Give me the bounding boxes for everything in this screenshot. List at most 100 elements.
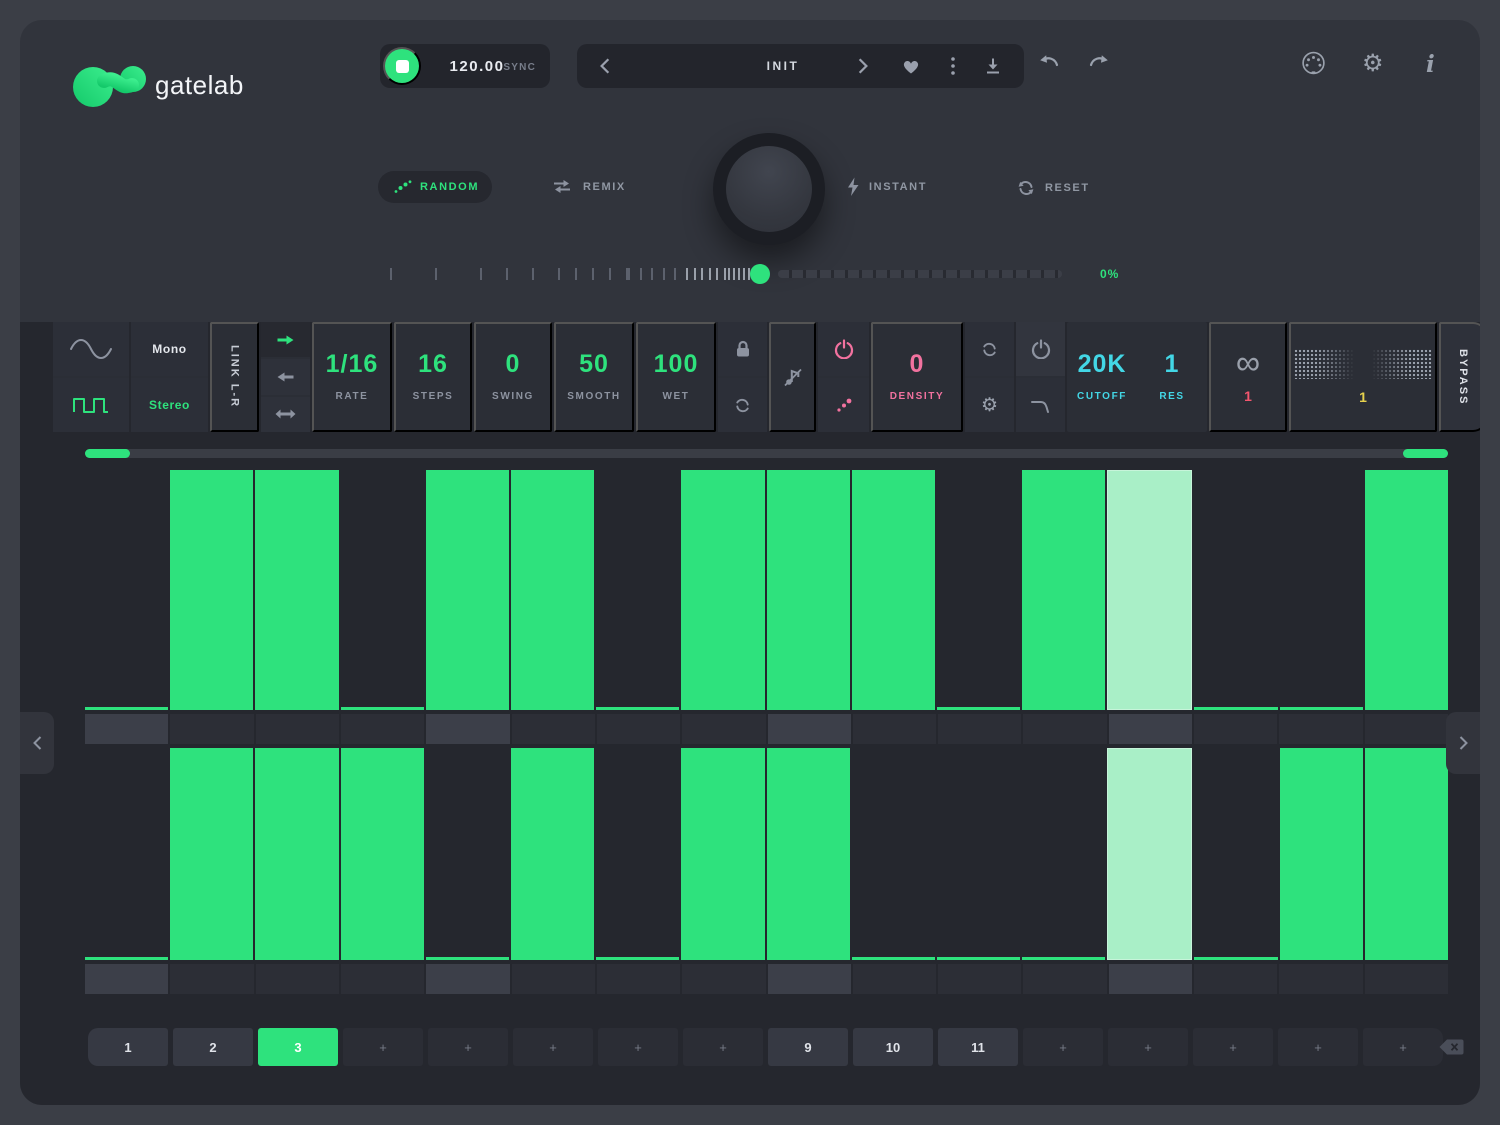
delete-pattern-button[interactable]	[1438, 1038, 1465, 1059]
save-preset-button[interactable]	[973, 44, 1013, 88]
step-15-off[interactable]	[1280, 470, 1363, 710]
strip-cell-16[interactable]	[1365, 964, 1448, 994]
cycle-button[interactable]	[718, 378, 767, 432]
step-9-on[interactable]	[767, 470, 850, 710]
step-8-on[interactable]	[681, 748, 764, 960]
step-15-on[interactable]	[1280, 748, 1363, 960]
pattern-slot-3[interactable]: 3	[258, 1028, 338, 1066]
strip-cell-13[interactable]	[1109, 964, 1192, 994]
pattern-slot-13[interactable]: +	[1108, 1028, 1188, 1066]
smooth-control[interactable]: 50 SMOOTH	[554, 322, 634, 432]
pattern-slot-14[interactable]: +	[1193, 1028, 1273, 1066]
strip-cell-8[interactable]	[682, 964, 765, 994]
preset-prev-button[interactable]	[585, 44, 625, 88]
strip-cell-7[interactable]	[597, 964, 680, 994]
range-end-handle[interactable]	[1403, 449, 1448, 458]
pattern-slot-16[interactable]: +	[1363, 1028, 1443, 1066]
step-13-current[interactable]	[1107, 748, 1192, 960]
pattern-slot-7[interactable]: +	[598, 1028, 678, 1066]
strip-cell-4[interactable]	[341, 714, 424, 744]
step-2-on[interactable]	[170, 748, 253, 960]
step-4-on[interactable]	[341, 748, 424, 960]
step-6-on[interactable]	[511, 470, 594, 710]
direction-forward-button[interactable]	[261, 322, 310, 357]
rate-control[interactable]: 1/16 RATE	[312, 322, 392, 432]
pattern-slot-4[interactable]: +	[343, 1028, 423, 1066]
step-16-on[interactable]	[1365, 470, 1448, 710]
pattern-slot-5[interactable]: +	[428, 1028, 508, 1066]
strip-cell-2[interactable]	[170, 964, 253, 994]
strip-cell-2[interactable]	[170, 714, 253, 744]
step-10-off[interactable]	[852, 748, 935, 960]
strip-cell-11[interactable]	[938, 964, 1021, 994]
cutoff-control[interactable]: 20K CUTOFF	[1067, 322, 1137, 432]
direction-pingpong-button[interactable]	[261, 397, 310, 432]
strip-cell-9[interactable]	[768, 964, 851, 994]
strip-cell-10[interactable]	[853, 964, 936, 994]
swing-control[interactable]: 0 SWING	[474, 322, 552, 432]
pattern-slot-15[interactable]: +	[1278, 1028, 1358, 1066]
step-7-off[interactable]	[596, 470, 679, 710]
range-start-handle[interactable]	[85, 449, 130, 458]
pattern-slot-11[interactable]: 11	[938, 1028, 1018, 1066]
step-11-off[interactable]	[937, 470, 1020, 710]
loop-length-control[interactable]: ∞ 1	[1209, 322, 1287, 432]
pattern-slot-10[interactable]: 10	[853, 1028, 933, 1066]
step-14-off[interactable]	[1194, 470, 1277, 710]
info-button[interactable]: i	[1426, 51, 1435, 78]
pattern-slot-1[interactable]: 1	[88, 1028, 168, 1066]
bypass-button[interactable]: BYPASS	[1439, 322, 1480, 432]
remix-button[interactable]: REMIX	[550, 178, 626, 195]
step-14-off[interactable]	[1194, 748, 1277, 960]
step-11-off[interactable]	[937, 748, 1020, 960]
strip-cell-3[interactable]	[256, 964, 339, 994]
strip-cell-5[interactable]	[426, 714, 509, 744]
instant-button[interactable]: INSTANT	[846, 177, 927, 197]
filter-type-button[interactable]	[1016, 378, 1065, 432]
step-9-on[interactable]	[767, 748, 850, 960]
strip-cell-4[interactable]	[341, 964, 424, 994]
step-7-off[interactable]	[596, 748, 679, 960]
sequence-range-bar[interactable]	[85, 449, 1448, 458]
midi-settings-button[interactable]	[1300, 50, 1327, 80]
pattern-slot-12[interactable]: +	[1023, 1028, 1103, 1066]
step-3-on[interactable]	[255, 748, 338, 960]
preset-menu-button[interactable]	[939, 44, 967, 88]
strip-cell-6[interactable]	[512, 714, 595, 744]
reset-button[interactable]: RESET	[1016, 178, 1090, 198]
strip-cell-5[interactable]	[426, 964, 509, 994]
density-random-button[interactable]	[818, 378, 869, 432]
step-2-on[interactable]	[170, 470, 253, 710]
direction-reverse-button[interactable]	[261, 359, 310, 394]
stereo-button[interactable]: Stereo	[131, 378, 208, 432]
stop-button[interactable]	[383, 47, 421, 85]
strip-cell-16[interactable]	[1365, 714, 1448, 744]
density-power-button[interactable]	[818, 322, 869, 376]
square-wave-button[interactable]	[53, 378, 129, 432]
mono-button[interactable]: Mono	[131, 322, 208, 376]
step-13-current[interactable]	[1107, 470, 1192, 710]
strip-cell-6[interactable]	[512, 964, 595, 994]
filter-cycle-button[interactable]	[965, 322, 1014, 376]
strip-cell-14[interactable]	[1194, 964, 1277, 994]
step-1-off[interactable]	[85, 470, 168, 710]
page-left-button[interactable]	[20, 712, 54, 774]
strip-cell-15[interactable]	[1279, 714, 1362, 744]
macro-slider[interactable]: 0%	[390, 262, 1130, 286]
strip-cell-12[interactable]	[1023, 714, 1106, 744]
strip-cell-9[interactable]	[768, 714, 851, 744]
strip-cell-3[interactable]	[256, 714, 339, 744]
step-8-on[interactable]	[681, 470, 764, 710]
density-control[interactable]: 0 DENSITY	[871, 322, 963, 432]
step-1-off[interactable]	[85, 748, 168, 960]
strip-cell-14[interactable]	[1194, 714, 1277, 744]
step-12-off[interactable]	[1022, 748, 1105, 960]
step-4-off[interactable]	[341, 470, 424, 710]
settings-button[interactable]: ⚙	[1362, 52, 1384, 76]
random-button[interactable]: RANDOM	[378, 171, 492, 203]
macro-knob[interactable]	[713, 133, 825, 245]
strip-cell-10[interactable]	[853, 714, 936, 744]
step-16-on[interactable]	[1365, 748, 1448, 960]
step-6-on[interactable]	[511, 748, 594, 960]
strip-cell-1[interactable]	[85, 964, 168, 994]
